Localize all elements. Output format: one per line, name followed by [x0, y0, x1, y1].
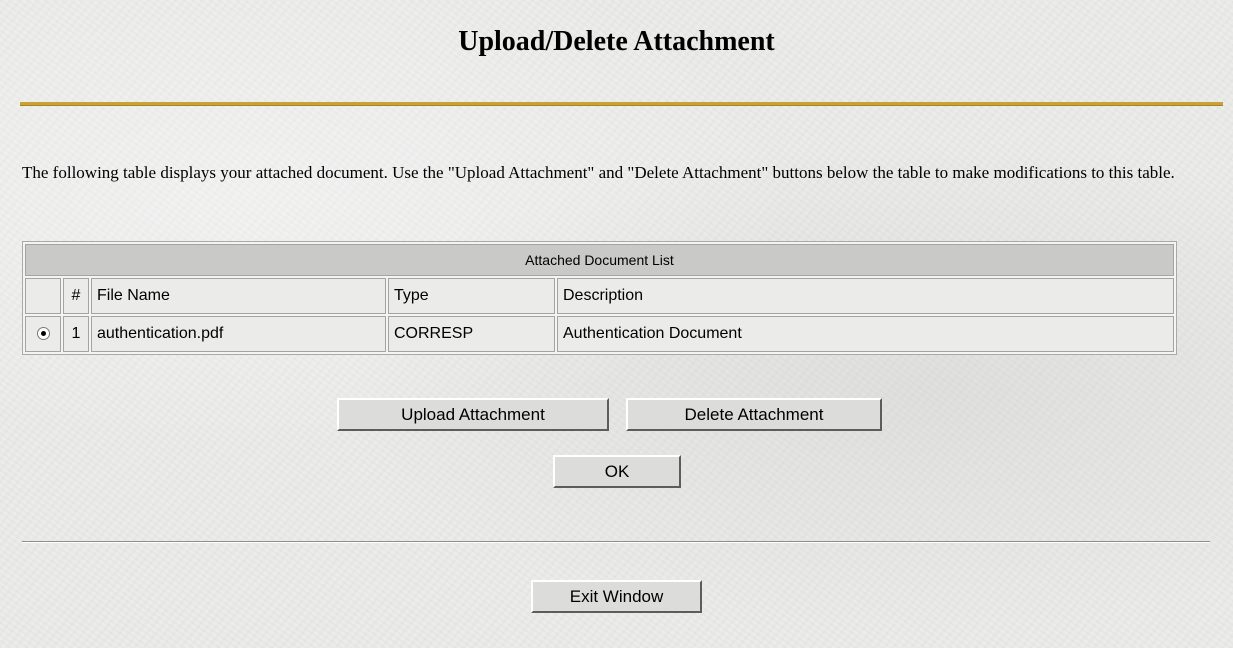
page-title: Upload/Delete Attachment — [458, 26, 775, 57]
exit-window-button[interactable]: Exit Window — [531, 580, 702, 613]
row-select-cell[interactable] — [25, 316, 61, 352]
upload-attachment-button[interactable]: Upload Attachment — [337, 398, 609, 431]
ok-button[interactable]: OK — [553, 455, 681, 488]
column-header-file-name: File Name — [91, 278, 386, 314]
row-number: 1 — [63, 316, 89, 352]
row-file-name: authentication.pdf — [91, 316, 386, 352]
table-header-row: # File Name Type Description — [25, 278, 1174, 314]
table-caption-row: Attached Document List — [25, 244, 1174, 276]
column-header-description: Description — [557, 278, 1174, 314]
instructions-text: The following table displays your attach… — [22, 163, 1175, 182]
title-divider — [20, 102, 1223, 106]
bottom-divider — [22, 541, 1210, 543]
row-description: Authentication Document — [557, 316, 1174, 352]
delete-attachment-button[interactable]: Delete Attachment — [626, 398, 882, 431]
column-header-type: Type — [388, 278, 555, 314]
column-header-number: # — [63, 278, 89, 314]
attached-document-table: Attached Document List # File Name Type … — [22, 241, 1177, 355]
table-row: 1 authentication.pdf CORRESP Authenticat… — [25, 316, 1174, 352]
table-caption: Attached Document List — [25, 244, 1174, 276]
column-header-select — [25, 278, 61, 314]
row-select-radio[interactable] — [36, 327, 50, 341]
row-type: CORRESP — [388, 316, 555, 352]
